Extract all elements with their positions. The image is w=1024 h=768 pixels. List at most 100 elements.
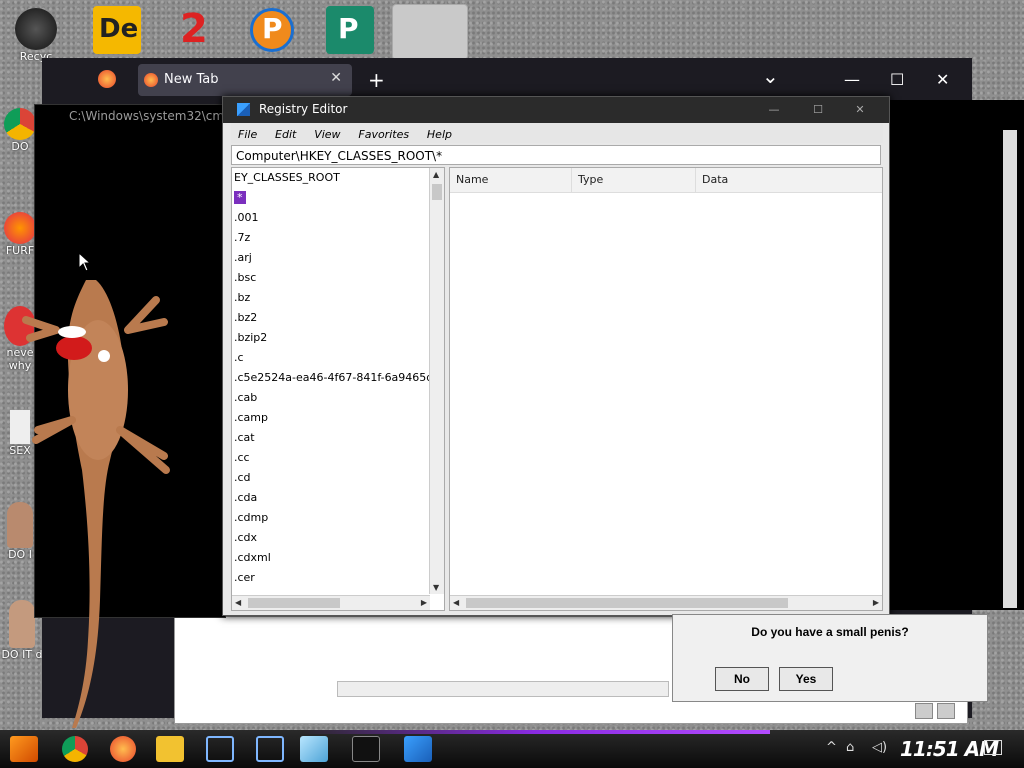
view-details-icon[interactable] [915, 703, 933, 719]
glass-app-icon[interactable] [300, 736, 328, 762]
scroll-thumb[interactable] [432, 184, 442, 200]
tree-item[interactable]: .cat [232, 428, 444, 448]
vertical-scrollbar[interactable] [1003, 130, 1017, 608]
new-tab-button[interactable]: + [368, 68, 385, 92]
file-explorer-icon[interactable] [156, 736, 184, 762]
tree-item[interactable]: .cdmp [232, 508, 444, 528]
lizard-thumbnail-icon[interactable] [392, 4, 468, 60]
tree-item[interactable]: .arj [232, 248, 444, 268]
app-icon-2[interactable]: 2 [170, 6, 218, 54]
tab-close-button[interactable]: ✕ [330, 70, 342, 86]
tree-item[interactable]: .c [232, 348, 444, 368]
scroll-thumb[interactable] [466, 598, 788, 608]
tree-item[interactable]: .cer [232, 568, 444, 588]
tree-item-label: .7z [234, 231, 251, 244]
tree-item-label: .cer [234, 571, 255, 584]
start-button-icon[interactable] [10, 736, 38, 762]
firefox-icon[interactable] [110, 736, 136, 762]
menu-view[interactable]: View [314, 128, 340, 141]
app-icon-p[interactable]: P [248, 6, 296, 54]
recycle-bin-icon [15, 8, 57, 50]
chrome-icon[interactable] [62, 736, 88, 762]
mouse-cursor-icon [78, 252, 92, 272]
view-thumbnails-icon[interactable] [937, 703, 955, 719]
menu-edit[interactable]: Edit [275, 128, 296, 141]
scroll-right-arrow-icon[interactable]: ▶ [873, 598, 879, 607]
tray-chevron-icon[interactable]: ^ [826, 740, 837, 755]
tree-item-label: .camp [234, 411, 268, 424]
tree-item[interactable]: EY_CLASSES_ROOT [232, 168, 444, 188]
tree-item[interactable]: * [232, 188, 444, 208]
taskbar: ^ ⌂ ◁) 11:51 AM [0, 730, 1024, 768]
tree-item[interactable]: .cdxml [232, 548, 444, 568]
registry-editor-titlebar[interactable]: Registry Editor — ☐ ✕ [223, 97, 889, 123]
tree-item[interactable]: .cda [232, 488, 444, 508]
menu-favorites[interactable]: Favorites [358, 128, 409, 141]
tree-item[interactable]: .bz2 [232, 308, 444, 328]
close-button[interactable]: ✕ [839, 97, 881, 123]
scroll-down-arrow-icon[interactable]: ▼ [433, 583, 439, 592]
tree-item[interactable]: .cab [232, 388, 444, 408]
tree-item[interactable]: .cd [232, 468, 444, 488]
firefox-icon [144, 73, 158, 87]
yes-button[interactable]: Yes [779, 667, 833, 691]
tree-item[interactable]: .001 [232, 208, 444, 228]
registry-editor-window: Registry Editor — ☐ ✕ File Edit View Fav… [222, 96, 890, 616]
tab-new-tab[interactable]: New Tab ✕ [138, 64, 352, 96]
tree-item-label: .cd [234, 471, 251, 484]
scroll-left-arrow-icon[interactable]: ◀ [235, 598, 241, 607]
tree-item[interactable]: .camp [232, 408, 444, 428]
tree-item[interactable]: .bzip2 [232, 328, 444, 348]
address-bar[interactable]: Computer\HKEY_CLASSES_ROOT\* [231, 145, 881, 165]
menu-help[interactable]: Help [427, 128, 452, 141]
tab-list-button[interactable]: ⌄ [762, 64, 779, 88]
values-horizontal-scrollbar[interactable]: ◀ ▶ [450, 595, 882, 610]
tree-vertical-scrollbar[interactable]: ▲ ▼ [429, 168, 444, 594]
app-icon-de[interactable]: De [93, 6, 141, 54]
tree-item[interactable]: .bz [232, 288, 444, 308]
column-type[interactable]: Type [572, 168, 696, 192]
maximize-button[interactable]: ☐ [890, 70, 904, 89]
tree-item[interactable]: .cc [232, 448, 444, 468]
column-name[interactable]: Name [450, 168, 572, 192]
tree-item[interactable]: .7z [232, 228, 444, 248]
no-button[interactable]: No [715, 667, 769, 691]
menu-file[interactable]: File [238, 128, 257, 141]
minimize-button[interactable]: — [753, 97, 795, 123]
tree-item-label: .bsc [234, 271, 257, 284]
background-window [888, 100, 1024, 610]
scroll-thumb[interactable] [248, 598, 340, 608]
regedit-taskbar-icon[interactable] [404, 736, 432, 762]
volume-icon[interactable]: ◁) [872, 740, 887, 755]
column-data[interactable]: Data [696, 168, 882, 192]
minimize-button[interactable]: — [844, 70, 860, 89]
scroll-up-arrow-icon[interactable]: ▲ [433, 170, 439, 179]
close-button[interactable]: ✕ [936, 70, 949, 89]
values-list-header: Name Type Data [450, 168, 882, 193]
window-title: Registry Editor [259, 102, 348, 116]
scroll-right-arrow-icon[interactable]: ▶ [421, 598, 427, 607]
cube-app-icon[interactable] [206, 736, 234, 762]
horizontal-scrollbar[interactable] [337, 681, 669, 697]
tree-horizontal-scrollbar[interactable]: ◀ ▶ [232, 595, 430, 610]
chrome-icon [4, 108, 36, 140]
tree-item-label: .cab [234, 391, 258, 404]
maximize-button[interactable]: ☐ [797, 97, 839, 123]
de-logo: De [99, 14, 139, 44]
cmd-taskbar-icon[interactable] [352, 736, 380, 762]
tree-item-label: .arj [234, 251, 252, 264]
notification-icon[interactable] [984, 740, 1002, 755]
publisher-icon[interactable]: P [326, 6, 374, 54]
scroll-left-arrow-icon[interactable]: ◀ [453, 598, 459, 607]
cube-app-icon[interactable] [256, 736, 284, 762]
desktop-icon-recycle-bin[interactable]: Recyc [8, 8, 64, 63]
taskbar-accent [300, 730, 770, 734]
firefox-icon[interactable] [98, 70, 116, 88]
tree-item-label: .bz2 [234, 311, 258, 324]
registry-tree: EY_CLASSES_ROOT * .001 .7z .arj .bsc .bz .bz2 .b… [231, 167, 445, 611]
tree-item[interactable]: .bsc [232, 268, 444, 288]
two-logo: 2 [180, 6, 208, 52]
network-icon[interactable]: ⌂ [846, 740, 854, 755]
tree-item[interactable]: .cdx [232, 528, 444, 548]
tree-item[interactable]: .c5e2524a-ea46-4f67-841f-6a9465d [232, 368, 444, 388]
